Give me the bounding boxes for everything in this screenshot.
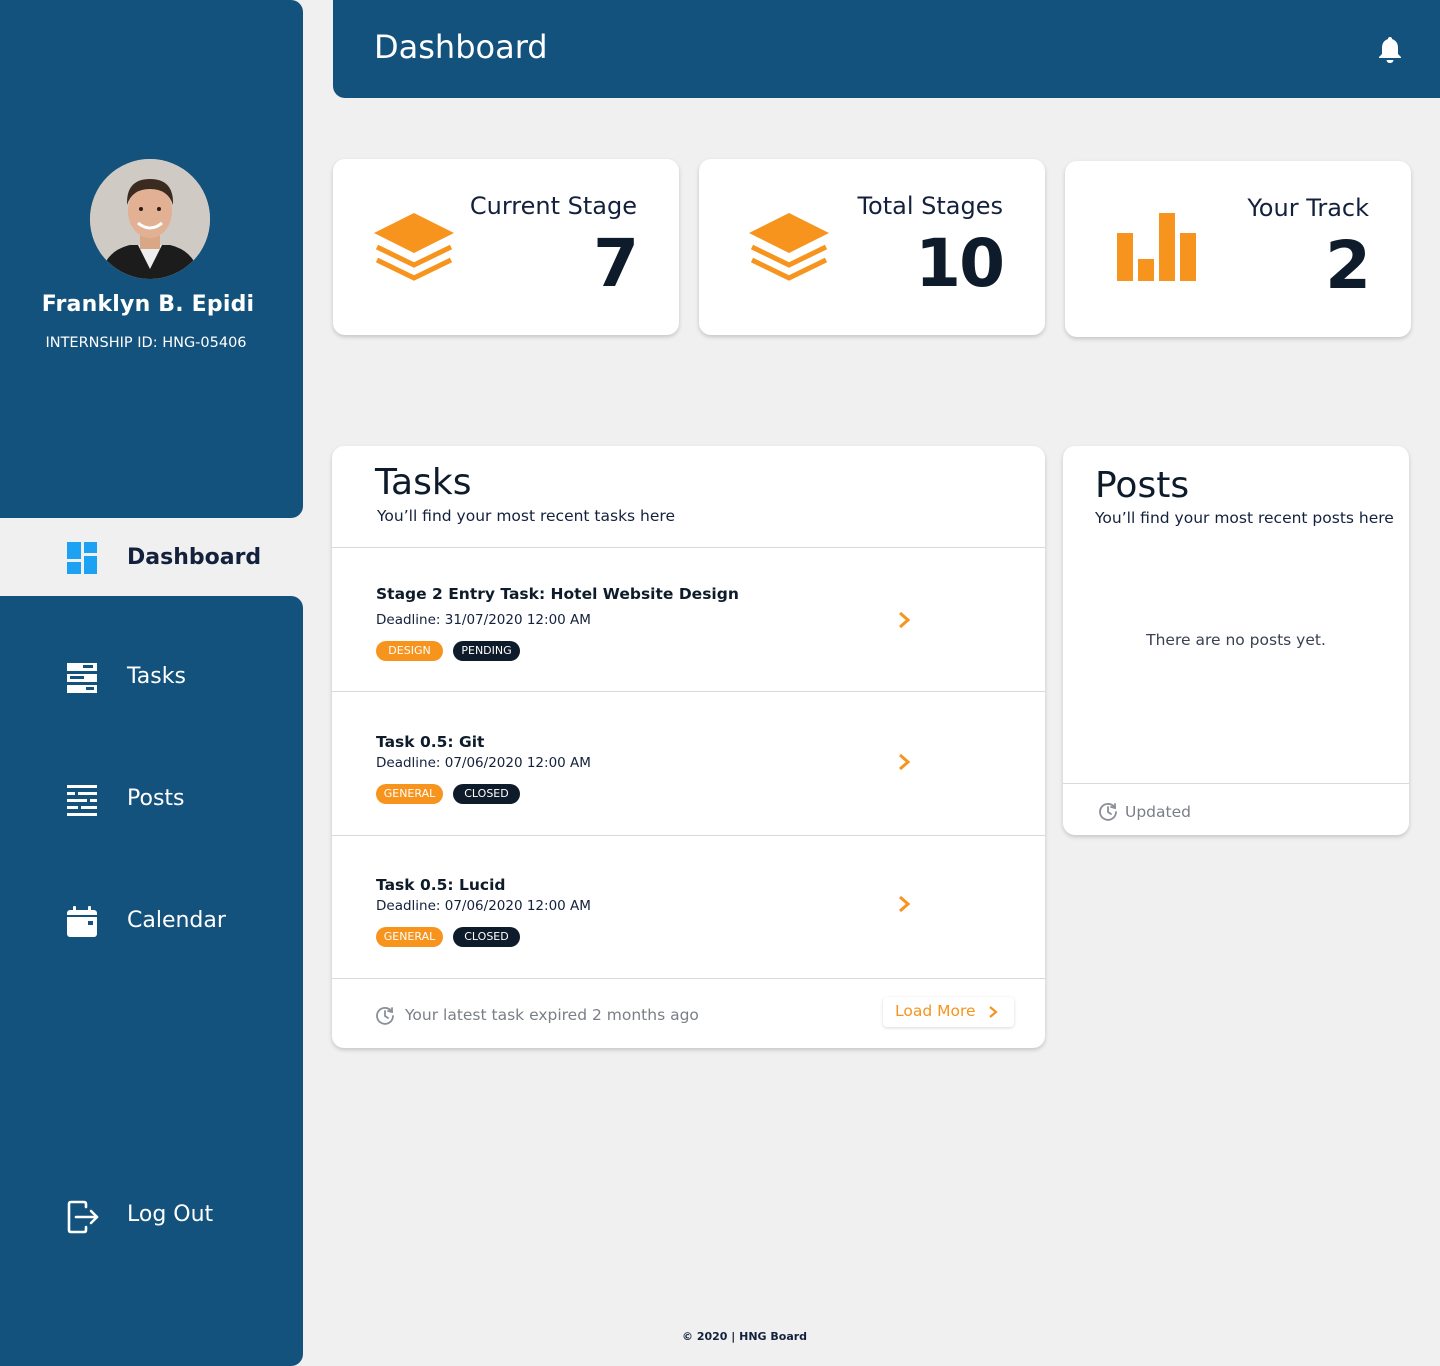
task-deadline: Deadline: 31/07/2020 12:00 AM <box>376 612 591 628</box>
task-title: Stage 2 Entry Task: Hotel Website Design <box>376 585 739 603</box>
task-item[interactable]: Task 0.5: Lucid Deadline: 07/06/2020 12:… <box>332 836 1045 979</box>
copyright: © 2020 | HNG Board <box>682 1330 808 1343</box>
posts-panel: Posts You’ll find your most recent posts… <box>1063 446 1409 835</box>
sidebar-item-dashboard[interactable]: Dashboard <box>0 518 303 596</box>
layers-icon <box>749 213 829 287</box>
tasks-panel: Tasks You’ll find your most recent tasks… <box>332 446 1045 1048</box>
load-more-label: Load More <box>895 1002 976 1020</box>
sidebar-item-label: Tasks <box>127 664 186 689</box>
task-title: Task 0.5: Lucid <box>376 876 506 894</box>
bar-chart-icon <box>1117 213 1197 287</box>
posts-empty-message: There are no posts yet. <box>1146 631 1326 649</box>
divider <box>332 978 1045 979</box>
category-badge: GENERAL <box>376 784 443 804</box>
bell-icon[interactable] <box>1377 35 1403 63</box>
stat-card-your-track: Your Track 2 <box>1065 161 1411 337</box>
refresh-clock-icon <box>1098 802 1118 822</box>
status-badge: CLOSED <box>453 784 520 804</box>
load-more-button[interactable]: Load More <box>883 997 1014 1027</box>
chevron-right-icon <box>989 1006 998 1018</box>
stat-value: 10 <box>915 225 1005 302</box>
tasks-icon <box>66 662 98 694</box>
tasks-subtitle: You’ll find your most recent tasks here <box>377 507 675 525</box>
divider <box>1063 783 1409 784</box>
posts-icon <box>66 784 98 816</box>
stat-label: Current Stage <box>469 192 637 220</box>
page-title: Dashboard <box>374 28 548 66</box>
category-badge: GENERAL <box>376 927 443 947</box>
sidebar-item-label: Dashboard <box>127 544 262 570</box>
sidebar-item-label: Posts <box>127 786 185 811</box>
status-badge: PENDING <box>453 641 520 661</box>
stat-label: Your Track <box>1247 194 1369 222</box>
status-badge: CLOSED <box>453 927 520 947</box>
sidebar-item-calendar[interactable]: Calendar <box>0 892 303 952</box>
layers-icon <box>374 213 454 287</box>
sidebar-item-tasks[interactable]: Tasks <box>0 648 303 708</box>
logout-button[interactable]: Log Out <box>0 1186 303 1246</box>
sidebar-item-posts[interactable]: Posts <box>0 770 303 830</box>
task-item[interactable]: Task 0.5: Git Deadline: 07/06/2020 12:00… <box>332 692 1045 835</box>
chevron-right-icon[interactable] <box>897 894 911 914</box>
posts-updated-status: Updated <box>1125 803 1191 821</box>
logout-icon <box>66 1200 99 1234</box>
task-deadline: Deadline: 07/06/2020 12:00 AM <box>376 755 591 771</box>
calendar-icon <box>66 906 98 938</box>
chevron-right-icon[interactable] <box>897 610 911 630</box>
category-badge: DESIGN <box>376 641 443 661</box>
refresh-clock-icon <box>375 1006 395 1026</box>
stat-value: 2 <box>1325 227 1371 304</box>
sidebar-item-label: Log Out <box>127 1202 214 1227</box>
task-deadline: Deadline: 07/06/2020 12:00 AM <box>376 898 591 914</box>
stat-label: Total Stages <box>857 192 1003 220</box>
chevron-right-icon[interactable] <box>897 752 911 772</box>
stat-card-total-stages: Total Stages 10 <box>699 159 1045 335</box>
tasks-title: Tasks <box>375 462 472 503</box>
user-name: Franklyn B. Epidi <box>41 292 255 317</box>
internship-id: INTERNSHIP ID: HNG-05406 <box>45 335 247 351</box>
posts-subtitle: You’ll find your most recent posts here <box>1095 509 1394 527</box>
avatar <box>90 159 210 279</box>
sidebar-profile: Franklyn B. Epidi INTERNSHIP ID: HNG-054… <box>0 0 303 518</box>
sidebar-item-label: Calendar <box>127 908 226 933</box>
posts-title: Posts <box>1095 465 1190 506</box>
stat-card-current-stage: Current Stage 7 <box>333 159 679 335</box>
tasks-footer-status: Your latest task expired 2 months ago <box>405 1006 699 1024</box>
sidebar-nav: Tasks Posts Calendar Log Out <box>0 596 303 1366</box>
task-title: Task 0.5: Git <box>376 733 485 751</box>
task-item[interactable]: Stage 2 Entry Task: Hotel Website Design… <box>332 548 1045 691</box>
top-header: Dashboard <box>333 0 1440 98</box>
dashboard-icon <box>66 542 98 574</box>
stat-value: 7 <box>593 225 639 302</box>
